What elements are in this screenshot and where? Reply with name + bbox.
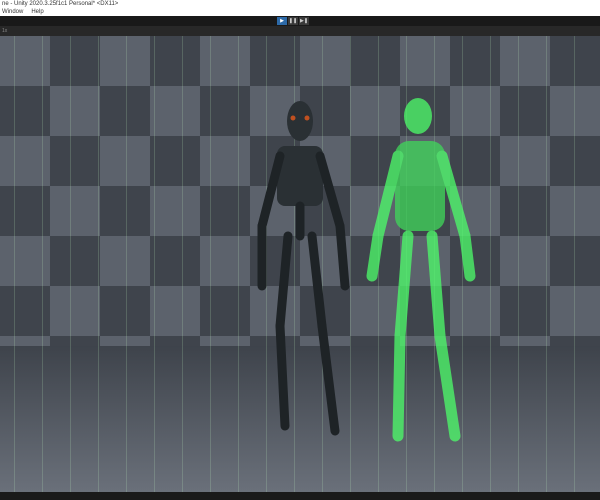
status-bar (0, 492, 600, 500)
window-title: ne - Unity 2020.3.25f1c1 Personal* <DX11… (0, 0, 600, 9)
scale-label[interactable]: 1x (2, 28, 7, 34)
game-view[interactable] (0, 36, 600, 492)
robot-figure (257, 101, 350, 436)
play-button[interactable]: ▶ (277, 17, 287, 25)
menu-help[interactable]: Help (31, 9, 43, 16)
pause-button[interactable]: ❚❚ (288, 17, 298, 25)
characters (257, 98, 476, 442)
menu-window[interactable]: Window (2, 9, 23, 16)
hologram-figure (366, 98, 476, 442)
toolbar: ▶ ❚❚ ▶❚ (0, 16, 600, 26)
menu-bar: Window Help (0, 9, 600, 16)
game-view-bar: 1x (0, 26, 600, 36)
step-button[interactable]: ▶❚ (299, 17, 309, 25)
